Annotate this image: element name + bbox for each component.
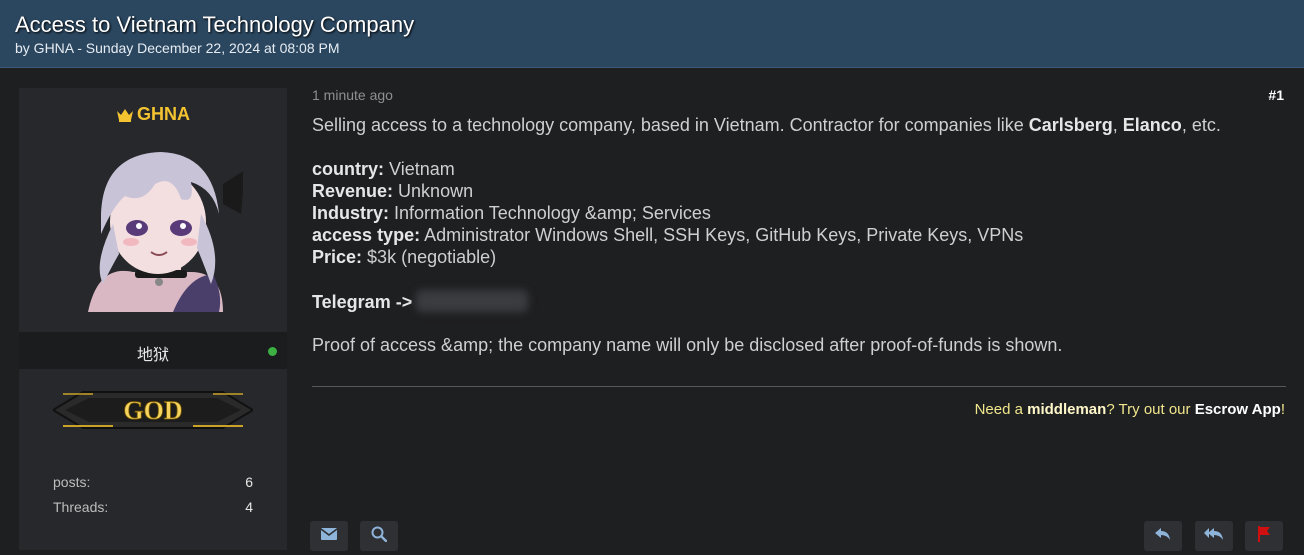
username-row: GHNA (19, 104, 287, 127)
stat-label: Threads: (53, 499, 109, 515)
report-button[interactable] (1245, 521, 1283, 551)
company-name: Elanco (1122, 115, 1182, 135)
telegram-label: Telegram -> (312, 292, 413, 312)
stat-label: posts: (53, 474, 91, 490)
field-industry: Industry: Information Technology &amp; S… (312, 202, 711, 224)
envelope-icon (320, 527, 338, 545)
reply-all-icon (1204, 527, 1224, 546)
intro-text: Selling access to a technology company, … (312, 115, 1029, 135)
field-value: Vietnam (389, 159, 455, 179)
field-country: country: Vietnam (312, 158, 455, 180)
stat-value: 6 (245, 474, 253, 490)
signature-text: Need a (974, 401, 1028, 418)
search-icon (371, 526, 388, 547)
field-label: access type: (312, 225, 421, 245)
signature-text: ? Try out our (1106, 401, 1195, 418)
avatar[interactable] (73, 144, 243, 312)
online-status-icon (268, 347, 277, 356)
user-panel: GHNA 地狱 GOD posts: 6 Threads: 4 (19, 88, 287, 550)
field-label: Price: (312, 247, 363, 267)
quote-reply-button[interactable] (1195, 521, 1233, 551)
field-label: Revenue: (312, 181, 394, 201)
search-posts-button[interactable] (360, 521, 398, 551)
post-number-link[interactable]: #1 (1268, 87, 1284, 103)
post-intro: Selling access to a technology company, … (312, 114, 1221, 136)
intro-suffix: , etc. (1181, 115, 1221, 135)
escrow-app-link[interactable]: Escrow App (1195, 401, 1281, 418)
crown-icon (116, 106, 134, 127)
rank-text: GOD (123, 396, 182, 425)
field-value: Information Technology &amp; Services (394, 203, 711, 223)
signature-text: ! (1280, 401, 1285, 418)
field-price: Price: $3k (negotiable) (312, 246, 496, 268)
post-closing: Proof of access &amp; the company name w… (312, 335, 1063, 355)
stat-row-threads: Threads: 4 (53, 499, 253, 515)
field-label: Industry: (312, 203, 390, 223)
reply-button[interactable] (1144, 521, 1182, 551)
signature-divider (312, 386, 1286, 387)
field-revenue: Revenue: Unknown (312, 180, 473, 202)
company-name: Carlsberg (1028, 115, 1113, 135)
middleman-link[interactable]: middleman (1027, 401, 1106, 418)
usertitle: 地狱 (136, 347, 169, 364)
field-value: Administrator Windows Shell, SSH Keys, G… (424, 225, 1024, 245)
stat-value: 4 (245, 499, 253, 515)
post-time: 1 minute ago (312, 87, 393, 103)
thread-header: Access to Vietnam Technology Company by … (0, 0, 1304, 68)
field-value: Unknown (398, 181, 474, 201)
field-value: $3k (negotiable) (367, 247, 497, 267)
field-label: country: (312, 159, 384, 179)
rank-badge: GOD (51, 386, 255, 434)
redacted-contact (416, 290, 529, 312)
reply-icon (1155, 527, 1171, 546)
telegram-line: Telegram -> (312, 290, 529, 313)
flag-icon (1257, 525, 1271, 547)
field-access-type: access type: Administrator Windows Shell… (312, 224, 1023, 246)
intro-separator: , (1112, 115, 1123, 135)
thread-meta: by GHNA - Sunday December 22, 2024 at 08… (15, 40, 340, 56)
stat-row-posts: posts: 6 (53, 474, 253, 490)
thread-title: Access to Vietnam Technology Company (15, 12, 415, 37)
usertitle-row: 地狱 (19, 332, 287, 369)
pm-button[interactable] (310, 521, 348, 551)
username-link[interactable]: GHNA (137, 104, 190, 124)
signature: Need a middleman? Try out our Escrow App… (975, 401, 1285, 418)
